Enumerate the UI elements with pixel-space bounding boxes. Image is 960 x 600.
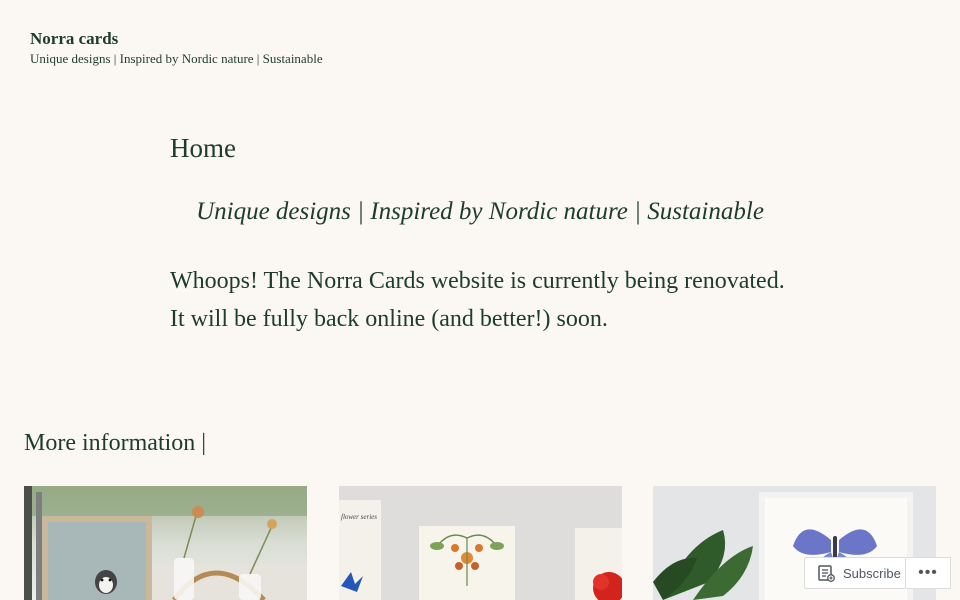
renovation-notice: Whoops! The Norra Cards website is curre… (170, 268, 785, 332)
site-header: Norra cards Unique designs | Inspired by… (30, 28, 323, 68)
reader-icon (818, 565, 835, 582)
site-title-link[interactable]: Norra cards (30, 28, 323, 50)
card-series-caption: flower series (341, 513, 377, 521)
more-information-heading: More information | (24, 430, 207, 456)
site-tagline: Unique designs | Inspired by Nordic natu… (30, 51, 323, 66)
ellipsis-icon: ••• (918, 564, 938, 581)
gallery-image-penguin[interactable] (24, 486, 307, 600)
subscribe-button[interactable]: Subscribe (804, 557, 906, 589)
more-actions-button[interactable]: ••• (906, 557, 951, 589)
intro-tagline: Unique designs | Inspired by Nordic natu… (196, 198, 764, 225)
image-gallery: flower series (24, 486, 936, 600)
gallery-image-flower-cards[interactable]: flower series (339, 486, 622, 600)
page-title: Home (170, 133, 236, 163)
subscribe-label: Subscribe (843, 565, 901, 581)
